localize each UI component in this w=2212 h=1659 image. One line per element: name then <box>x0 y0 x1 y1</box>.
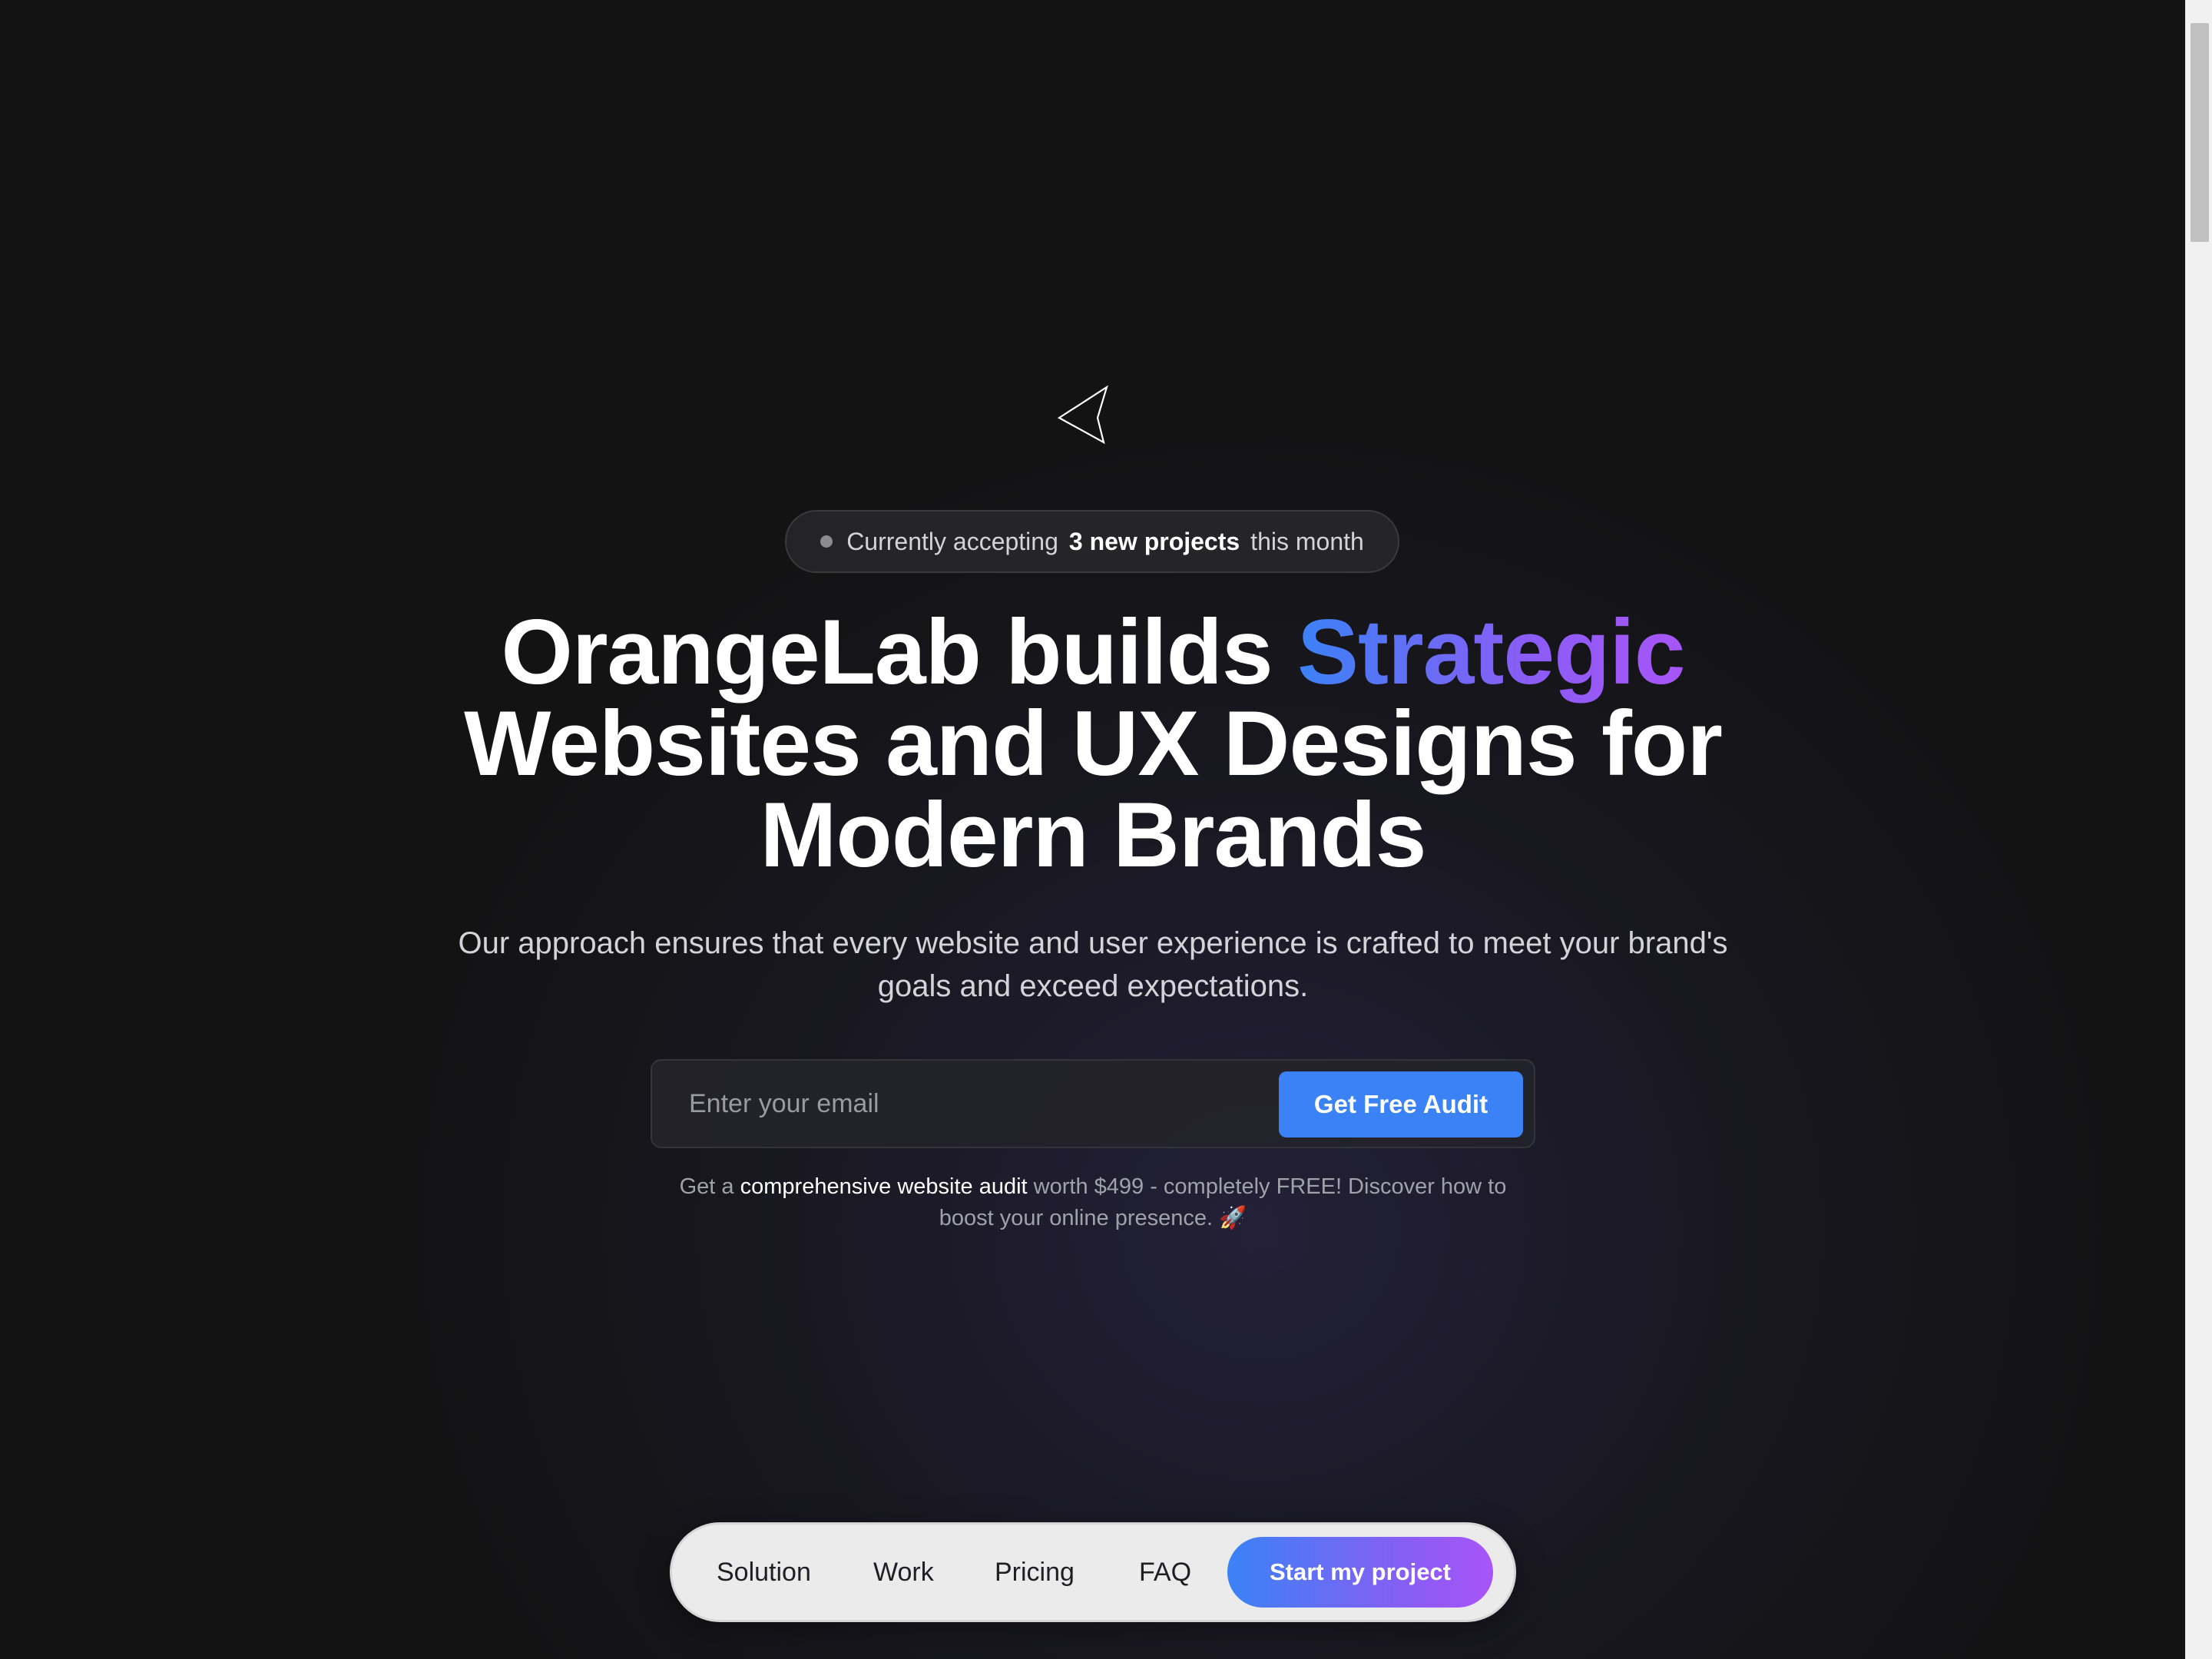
hero-subtitle: Our approach ensures that every website … <box>458 926 1728 1003</box>
headline-line2: Websites and UX Designs for <box>464 692 1723 795</box>
headline-line1-main: OrangeLab builds <box>501 601 1297 704</box>
get-free-audit-button[interactable]: Get Free Audit <box>1279 1071 1523 1137</box>
badge-prefix: Currently accepting <box>846 527 1058 555</box>
audit-note-highlight: comprehensive website audit <box>740 1174 1028 1199</box>
headline-line3: Modern Brands <box>760 783 1426 886</box>
badge-suffix: this month <box>1250 527 1364 555</box>
landing-page: Currently accepting 3 new projects this … <box>0 0 2212 1659</box>
nav-item-solution[interactable]: Solution <box>717 1525 811 1620</box>
hero-section: Currently accepting 3 new projects this … <box>0 0 2186 1659</box>
availability-badge: Currently accepting 3 new projects this … <box>785 510 1399 573</box>
headline-accent: Strategic <box>1296 601 1686 704</box>
floating-navbar: Solution Work Pricing FAQ Start my proje… <box>670 1522 1516 1622</box>
start-my-project-button[interactable]: Start my project <box>1227 1537 1493 1608</box>
nav-item-pricing[interactable]: Pricing <box>995 1525 1075 1620</box>
audit-note-prefix: Get a <box>679 1174 734 1199</box>
paper-plane-icon <box>1057 385 1108 445</box>
rocket-icon: 🚀 <box>1219 1206 1247 1230</box>
badge-highlight: 3 new projects <box>1068 527 1240 555</box>
vertical-scrollbar[interactable] <box>2185 0 2212 1659</box>
scrollbar-thumb[interactable] <box>2190 23 2209 242</box>
page-title: OrangeLab builds Strategic Websites and … <box>0 606 2186 881</box>
email-input[interactable] <box>652 1061 1274 1147</box>
audit-offer-note: Get a comprehensive website audit worth … <box>676 1171 1510 1234</box>
status-dot-icon <box>820 535 833 548</box>
nav-item-faq[interactable]: FAQ <box>1139 1525 1191 1620</box>
nav-item-work[interactable]: Work <box>873 1525 934 1620</box>
audit-signup-form: Get Free Audit <box>651 1059 1535 1148</box>
